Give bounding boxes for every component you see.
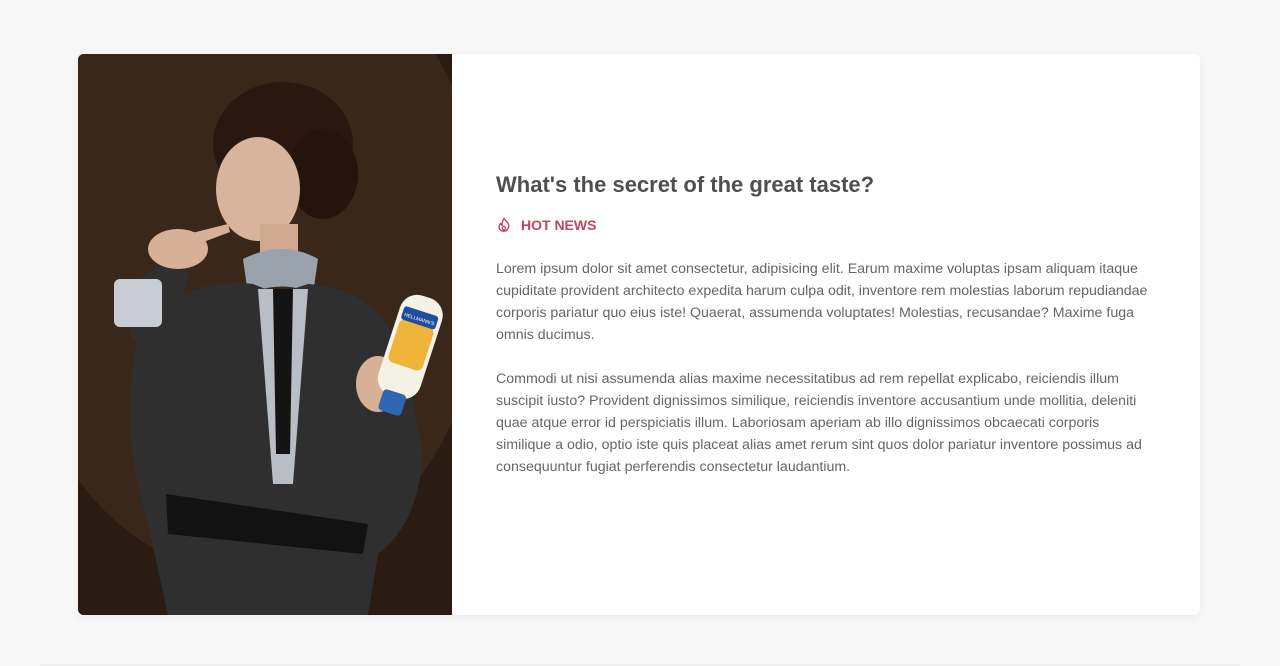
- page: HELLMANN'S What's the secret of the grea…: [0, 0, 1280, 666]
- category-label: HOT NEWS: [521, 216, 597, 233]
- article-image: HELLMANN'S: [78, 54, 452, 615]
- article-paragraph-2: Commodi ut nisi assumenda alias maxime n…: [496, 370, 1142, 475]
- category-tag[interactable]: HOT NEWS: [496, 217, 1156, 233]
- article-title: What's the secret of the great taste?: [496, 171, 875, 197]
- fire-icon: [496, 217, 512, 233]
- news-card: HELLMANN'S What's the secret of the grea…: [78, 54, 1200, 615]
- article-content: What's the secret of the great taste? HO…: [452, 54, 1200, 615]
- portrait-illustration: HELLMANN'S: [78, 54, 452, 615]
- article-paragraph-1: Lorem ipsum dolor sit amet consectetur, …: [496, 260, 1148, 343]
